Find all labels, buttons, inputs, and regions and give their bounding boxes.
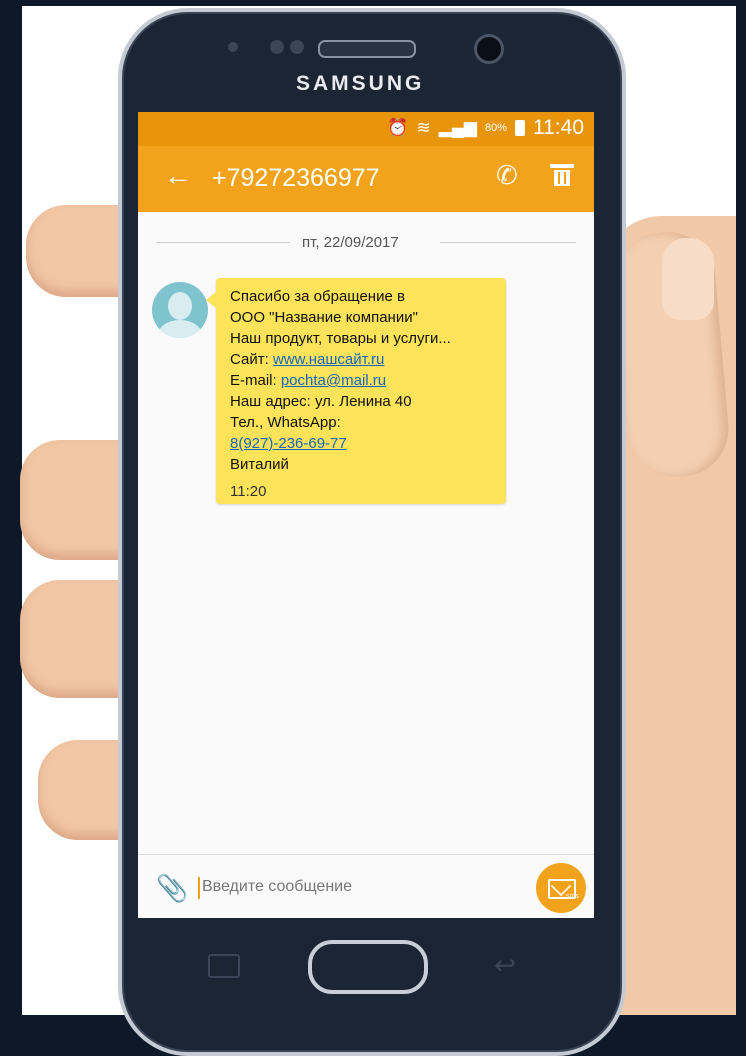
- attach-paperclip-icon[interactable]: 📎: [156, 873, 188, 904]
- phone-screen: ⏰ ≋ ▂▄▆ 80% 11:40 ← +79272366977 ✆ пт, 2…: [138, 112, 594, 918]
- site-line: Сайт: www.нашсайт.ru: [230, 351, 384, 368]
- alarm-icon: ⏰: [387, 118, 409, 137]
- signature: Виталий: [230, 456, 289, 473]
- back-key-icon[interactable]: ↩: [494, 950, 516, 981]
- contact-avatar[interactable]: [152, 282, 208, 338]
- phone-call-icon[interactable]: ✆: [496, 160, 518, 191]
- battery-percent: 80%: [484, 122, 507, 134]
- earpiece-speaker: [318, 40, 416, 58]
- light-sensor: [270, 40, 284, 54]
- phone-line: 8(927)-236-69-77: [230, 435, 347, 452]
- recent-apps-key[interactable]: [208, 954, 240, 978]
- avatar-head: [168, 292, 192, 320]
- avatar-body: [158, 320, 202, 338]
- phone-link[interactable]: 8(927)-236-69-77: [230, 435, 347, 452]
- message-input[interactable]: [202, 875, 522, 899]
- status-icons: ⏰ ≋ ▂▄▆ 80% 11:40: [387, 116, 584, 140]
- conversation-date: пт, 22/09/2017: [302, 234, 399, 251]
- site-label: Сайт:: [230, 351, 273, 368]
- date-divider: пт, 22/09/2017: [138, 230, 594, 254]
- front-camera: [474, 34, 504, 64]
- iris-sensor: [290, 40, 304, 54]
- battery-icon: [515, 120, 525, 136]
- wifi-icon: ≋: [416, 118, 431, 137]
- email-link[interactable]: pochta@mail.ru: [281, 372, 386, 389]
- delete-trash-icon[interactable]: [550, 164, 574, 186]
- divider-line-right: [440, 242, 576, 243]
- thumb-nail: [662, 238, 714, 320]
- proximity-sensor: [228, 42, 238, 52]
- site-link[interactable]: www.нашсайт.ru: [273, 351, 384, 368]
- text-cursor: [198, 877, 200, 899]
- divider-line-left: [156, 242, 290, 243]
- back-arrow-icon[interactable]: ←: [164, 160, 192, 192]
- message-line-2: ООО "Название компании": [230, 309, 418, 326]
- send-badge: sms: [566, 893, 579, 900]
- status-time: 11:40: [533, 116, 584, 139]
- conversation-header: ← +79272366977 ✆: [138, 146, 594, 212]
- bubble-tail: [206, 292, 216, 308]
- message-composer: 📎 sms: [138, 854, 594, 918]
- brand-logo: SAMSUNG: [296, 72, 425, 95]
- message-bubble[interactable]: Спасибо за обращение в ООО "Название ком…: [206, 278, 506, 504]
- address-line: Наш адрес: ул. Ленина 40: [230, 393, 412, 410]
- send-button[interactable]: sms: [536, 863, 586, 913]
- message-line-3: Наш продукт, товары и услуги...: [230, 330, 451, 347]
- signal-icon: ▂▄▆: [438, 118, 477, 137]
- contact-number: +79272366977: [212, 164, 380, 192]
- home-button[interactable]: [308, 940, 428, 994]
- status-bar: ⏰ ≋ ▂▄▆ 80% 11:40: [138, 112, 594, 146]
- message-time: 11:20: [230, 483, 267, 500]
- email-label: E-mail:: [230, 372, 281, 389]
- email-line: E-mail: pochta@mail.ru: [230, 372, 386, 389]
- message-line-1: Спасибо за обращение в: [230, 288, 405, 305]
- phone-label: Тел., WhatsApp:: [230, 414, 341, 431]
